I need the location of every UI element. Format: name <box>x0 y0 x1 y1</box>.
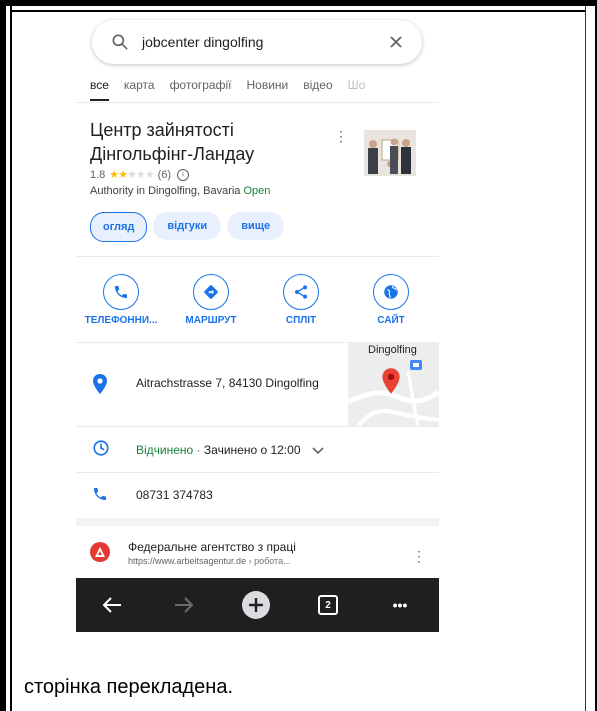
phone-screenshot: jobcenter dingolfing все карта фотографі… <box>76 12 439 632</box>
rating-row: 1.8 ★★★★★ (6) i <box>90 168 190 181</box>
phone-icon <box>94 488 106 500</box>
star-rating: ★★★★★ <box>109 168 155 181</box>
search-bar[interactable]: jobcenter dingolfing <box>92 20 422 64</box>
tab-map[interactable]: карта <box>124 72 155 102</box>
more-options-icon[interactable]: ⋮ <box>334 128 348 145</box>
action-buttons: ТЕЛЕФОННИ... МАРШРУТ СПЛІТ САЙТ <box>76 274 439 326</box>
call-label: ТЕЛЕФОННИ... <box>84 315 158 326</box>
place-title-line2: Дінгольфінг-Ландау <box>90 144 255 164</box>
hours-text: Відчинено · Зачинено о 12:00 <box>136 443 324 457</box>
plus-icon <box>242 591 270 619</box>
close-icon[interactable] <box>388 34 404 50</box>
arrow-right-icon <box>175 597 194 613</box>
arbeitsagentur-logo-icon <box>90 542 110 562</box>
directions-label: МАРШРУТ <box>185 315 237 326</box>
info-icon[interactable]: i <box>177 168 190 181</box>
rating-value: 1.8 <box>90 168 106 181</box>
hours-row[interactable]: Відчинено · Зачинено о 12:00 <box>76 426 439 472</box>
search-icon <box>112 34 128 50</box>
search-input[interactable]: jobcenter dingolfing <box>142 34 388 50</box>
search-result[interactable]: Федеральне агентство з праці https://www… <box>76 532 439 580</box>
place-chips: огляд відгуки вище <box>90 212 290 242</box>
tab-more[interactable]: Шо <box>348 72 366 102</box>
back-button[interactable] <box>76 578 148 632</box>
search-tabs: все карта фотографії Новини відео Шо <box>90 72 380 102</box>
phone-row[interactable]: 08731 374783 <box>76 472 439 518</box>
category-text: Authority in Dingolfing, Bavaria <box>90 185 241 197</box>
call-button[interactable]: ТЕЛЕФОННИ... <box>76 274 166 326</box>
menu-button[interactable]: ••• <box>364 578 436 632</box>
people-photo-icon <box>364 130 416 176</box>
address-text: Aitrachstrasse 7, 84130 Dingolfing <box>136 376 319 390</box>
share-button[interactable]: СПЛІТ <box>256 274 346 326</box>
caption-text: сторінка перекладена. <box>24 676 234 698</box>
tab-photos[interactable]: фотографії <box>170 72 232 102</box>
clock-icon <box>93 440 109 456</box>
place-title: Центр зайнятості Дінгольфінг-Ландау <box>90 118 330 166</box>
result-title[interactable]: Федеральне агентство з праці <box>128 540 296 554</box>
arrow-left-icon <box>102 597 121 613</box>
open-status: Open <box>243 185 271 197</box>
review-count[interactable]: (6) <box>158 169 171 181</box>
map-marker-icon <box>382 368 400 394</box>
website-label: САЙТ <box>377 315 405 326</box>
hours-open: Відчинено <box>136 443 194 457</box>
more-icon: ••• <box>392 597 408 613</box>
frame-left-border <box>10 6 12 711</box>
frame-right-border <box>585 6 586 711</box>
stars-filled: ★★ <box>109 169 128 181</box>
tab-video[interactable]: відео <box>303 72 332 102</box>
result-url-path: › робота... <box>246 556 291 566</box>
chip-overview[interactable]: огляд <box>90 212 148 242</box>
divider <box>76 256 439 257</box>
divider <box>76 102 439 103</box>
section-divider <box>76 518 439 526</box>
tabs-button[interactable]: 2 <box>292 578 364 632</box>
place-category: Authority in Dingolfing, Bavaria Open <box>90 185 270 197</box>
new-tab-button[interactable] <box>220 578 292 632</box>
hours-separator: · <box>193 443 204 457</box>
share-icon <box>283 274 319 310</box>
map-thumbnail[interactable]: Dingolfing <box>348 342 439 426</box>
share-label: СПЛІТ <box>285 315 317 326</box>
directions-icon <box>193 274 229 310</box>
globe-icon <box>373 274 409 310</box>
hours-closes: Зачинено о 12:00 <box>203 443 301 457</box>
tab-count: 2 <box>318 595 338 615</box>
result-url: https://www.arbeitsagentur.de › робота..… <box>128 556 291 566</box>
phone-number: 08731 374783 <box>136 488 213 502</box>
website-button[interactable]: САЙТ <box>346 274 436 326</box>
tab-all[interactable]: все <box>90 72 109 101</box>
map-label: Dingolfing <box>368 344 417 356</box>
browser-toolbar: 2 ••• <box>76 578 439 632</box>
phone-icon <box>103 274 139 310</box>
result-more-icon[interactable]: ⋮ <box>412 548 426 565</box>
result-url-host: https://www.arbeitsagentur.de <box>128 556 247 566</box>
forward-button[interactable] <box>148 578 220 632</box>
place-title-line1: Центр зайнятості <box>90 120 234 140</box>
place-photo[interactable] <box>364 130 416 176</box>
directions-button[interactable]: МАРШРУТ <box>166 274 256 326</box>
location-pin-icon <box>93 374 107 394</box>
tab-news[interactable]: Новини <box>246 72 288 102</box>
chip-about[interactable]: вище <box>227 212 285 240</box>
chip-reviews[interactable]: відгуки <box>153 212 222 240</box>
stars-empty: ★★★ <box>127 169 155 181</box>
chevron-down-icon[interactable] <box>312 447 324 455</box>
